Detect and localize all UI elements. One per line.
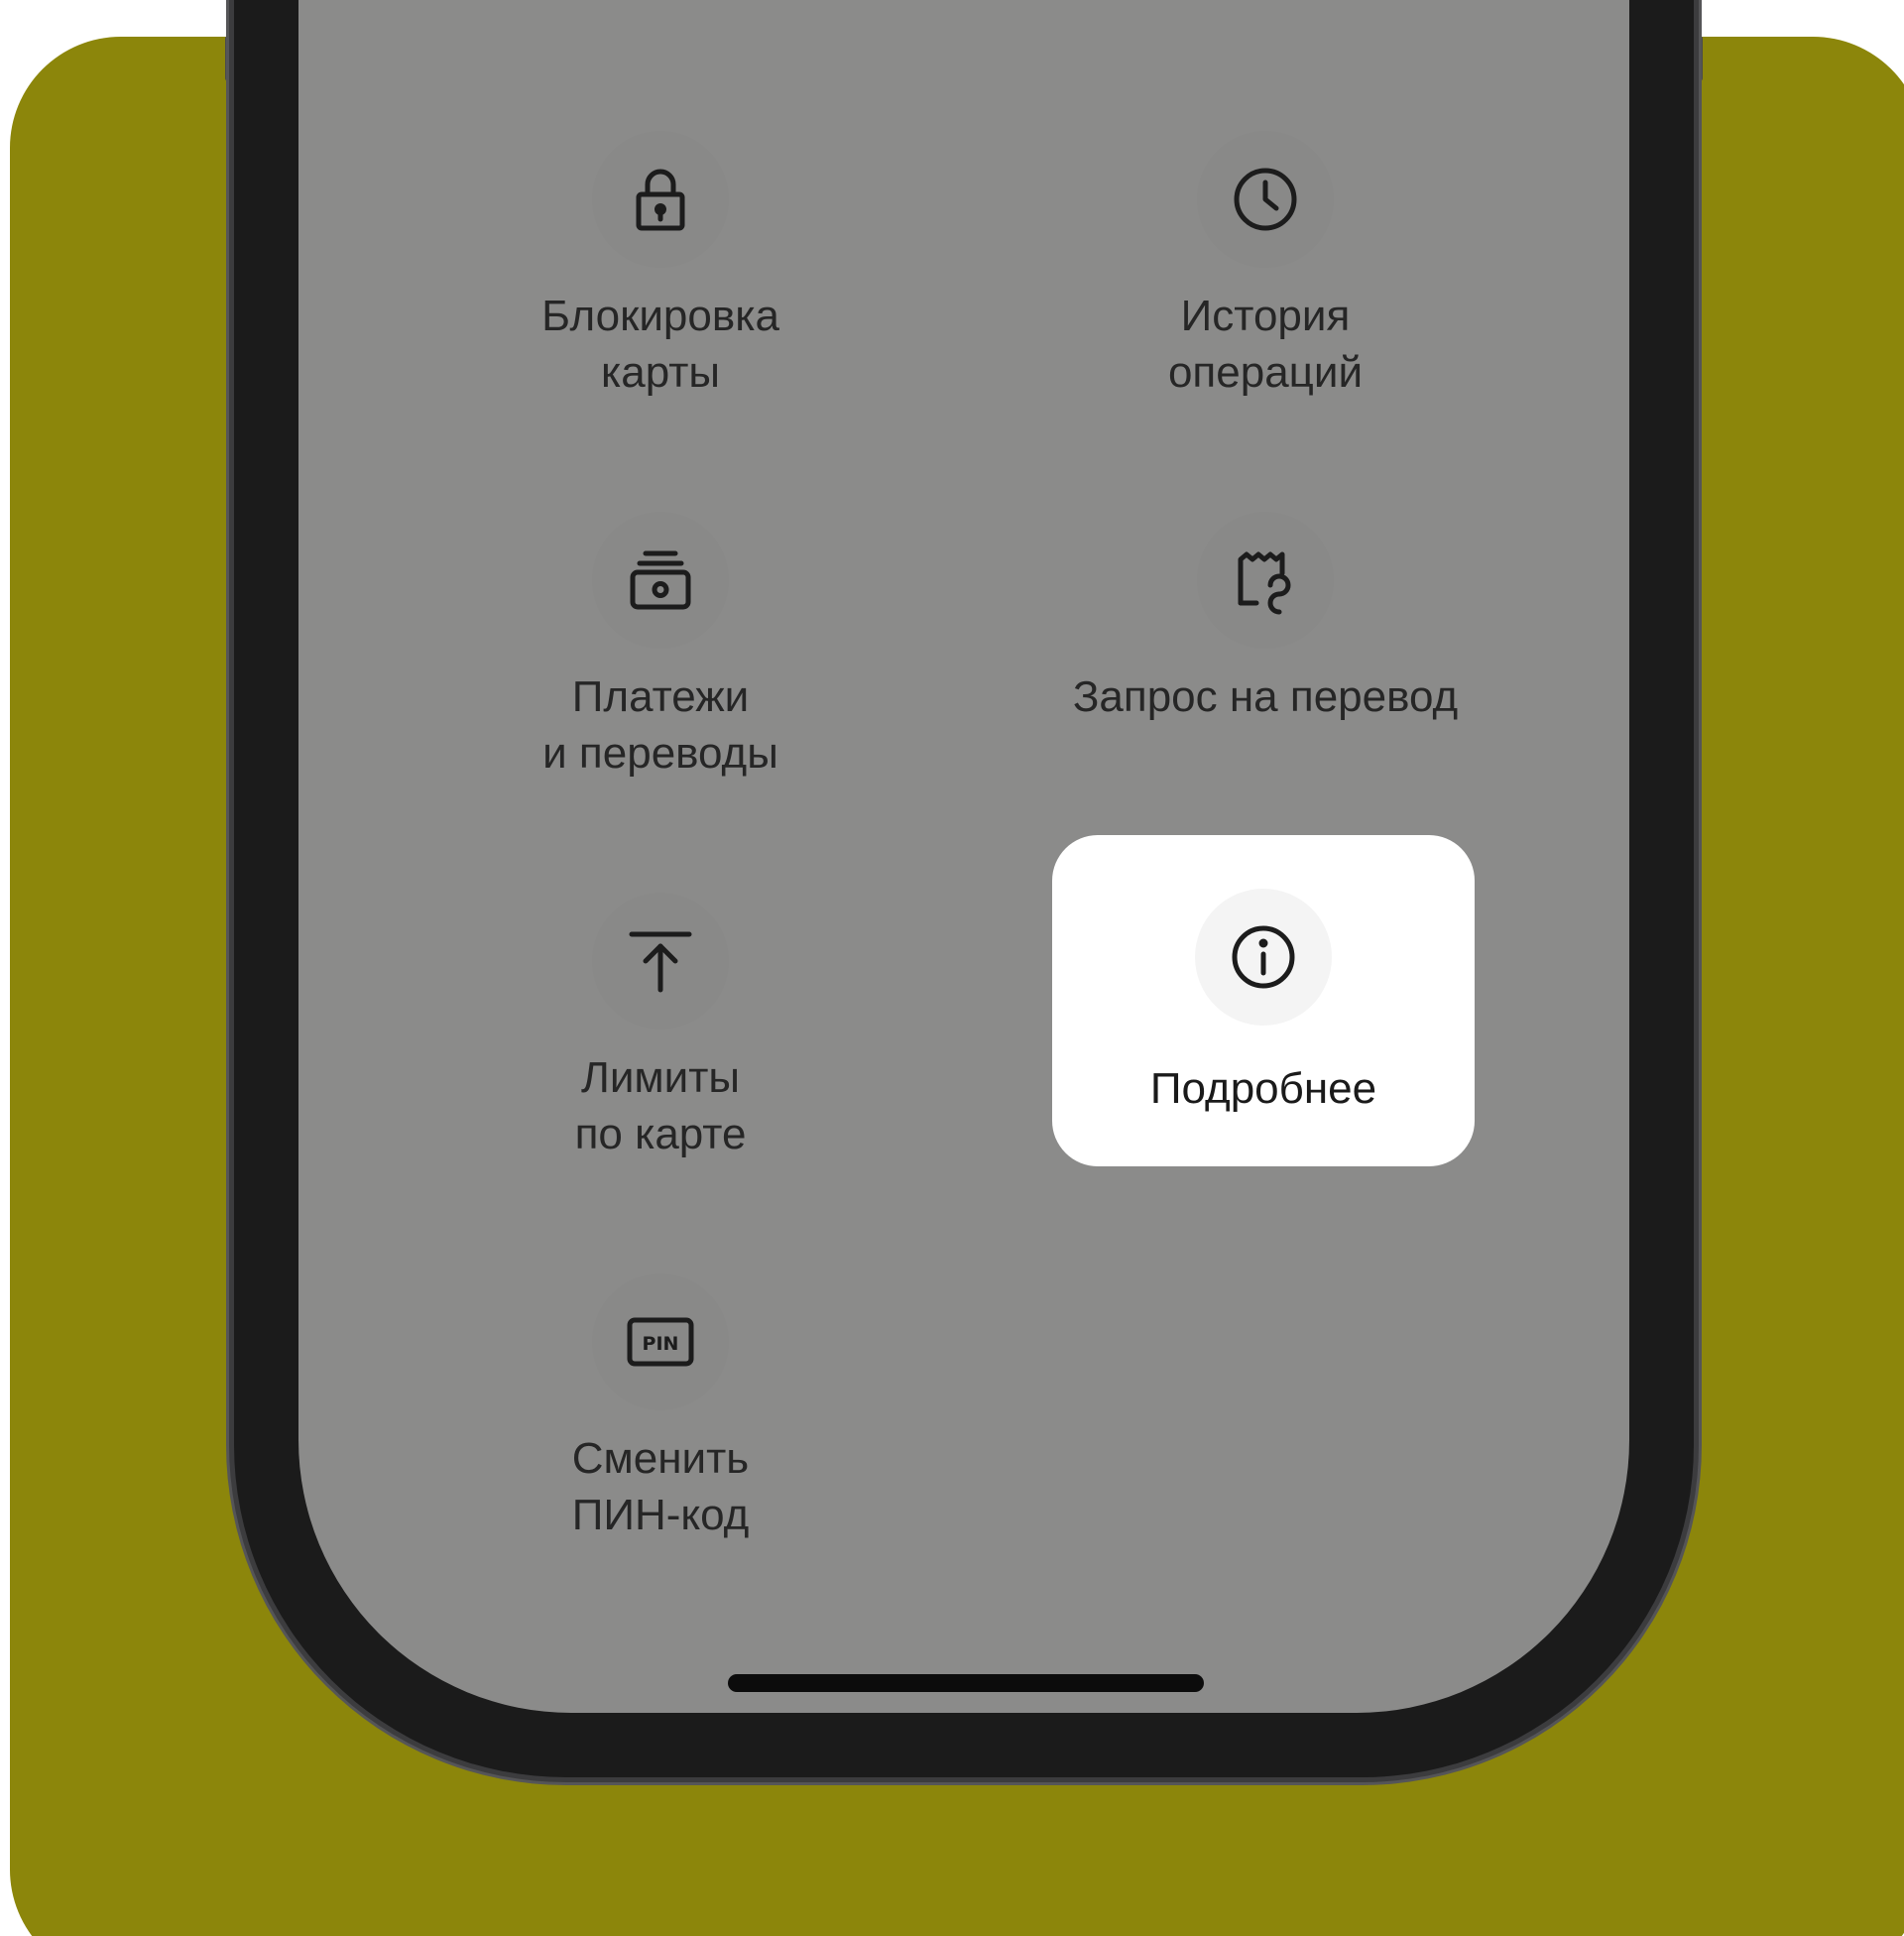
menu-item-label: Блокировка карты [541, 292, 779, 397]
menu-item-label: Лимиты по карте [574, 1053, 747, 1158]
menu-item-label: Сменить ПИН-код [571, 1434, 750, 1539]
svg-text:PIN: PIN [643, 1333, 679, 1355]
home-indicator[interactable] [728, 1674, 1204, 1692]
clock-icon [1197, 131, 1334, 268]
menu-item-label: Запрос на перевод [1072, 672, 1459, 721]
phone-screen: Блокировка карты История операций Платеж… [298, 0, 1629, 1713]
stage: Блокировка карты История операций Платеж… [0, 0, 1904, 1936]
lock-icon [592, 131, 729, 268]
info-icon [1195, 889, 1332, 1026]
menu-item-label: Подробнее [1149, 1064, 1377, 1113]
phone-side-button-left [225, 36, 234, 81]
menu-item-details[interactable]: Подробнее [1052, 835, 1475, 1166]
menu-item-label: История операций [1167, 292, 1364, 397]
transfer-request-icon [1197, 512, 1334, 649]
limit-arrow-up-icon [592, 893, 729, 1029]
pin-icon: PIN [592, 1273, 729, 1410]
phone-side-button-right [1694, 36, 1703, 81]
menu-item-label: Платежи и переводы [542, 672, 778, 778]
payments-icon [592, 512, 729, 649]
